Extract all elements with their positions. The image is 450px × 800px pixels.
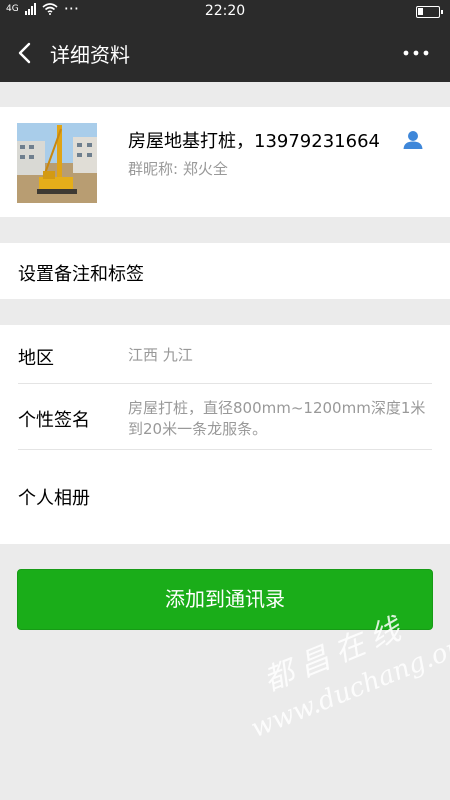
profile-card: 房屋地基打桩，13979231664 群昵称: 郑火全 — [0, 107, 450, 217]
avatar[interactable] — [17, 123, 97, 203]
contact-name: 房屋地基打桩，13979231664 — [128, 131, 380, 152]
battery-icon — [416, 6, 443, 18]
album-label: 个人相册 — [18, 488, 90, 509]
signature-label: 个性签名 — [18, 410, 90, 431]
info-card: 地区 江西 九江 个性签名 房屋打桩，直径800mm~1200mm深度1米到20… — [0, 325, 450, 544]
signature-value: 房屋打桩，直径800mm~1200mm深度1米到20米一条龙服条。 — [128, 399, 426, 438]
region-value: 江西 九江 — [128, 346, 193, 364]
group-nickname: 群昵称: 郑火全 — [128, 160, 228, 178]
album-row[interactable]: 个人相册 — [0, 450, 450, 544]
status-bar: 4G ··· 22:20 — [0, 0, 450, 24]
status-time: 22:20 — [204, 3, 246, 19]
divider — [18, 383, 432, 384]
avatar-photo — [17, 123, 97, 203]
nav-bar: 详细资料 — [0, 24, 450, 82]
chevron-left-icon[interactable] — [12, 38, 40, 68]
more-options-icon[interactable] — [396, 38, 436, 68]
page-title: 详细资料 — [50, 43, 130, 67]
region-label: 地区 — [18, 348, 54, 369]
remark-tag-label: 设置备注和标签 — [18, 264, 144, 285]
remark-tag-row[interactable]: 设置备注和标签 — [0, 243, 450, 299]
person-icon — [403, 131, 423, 149]
